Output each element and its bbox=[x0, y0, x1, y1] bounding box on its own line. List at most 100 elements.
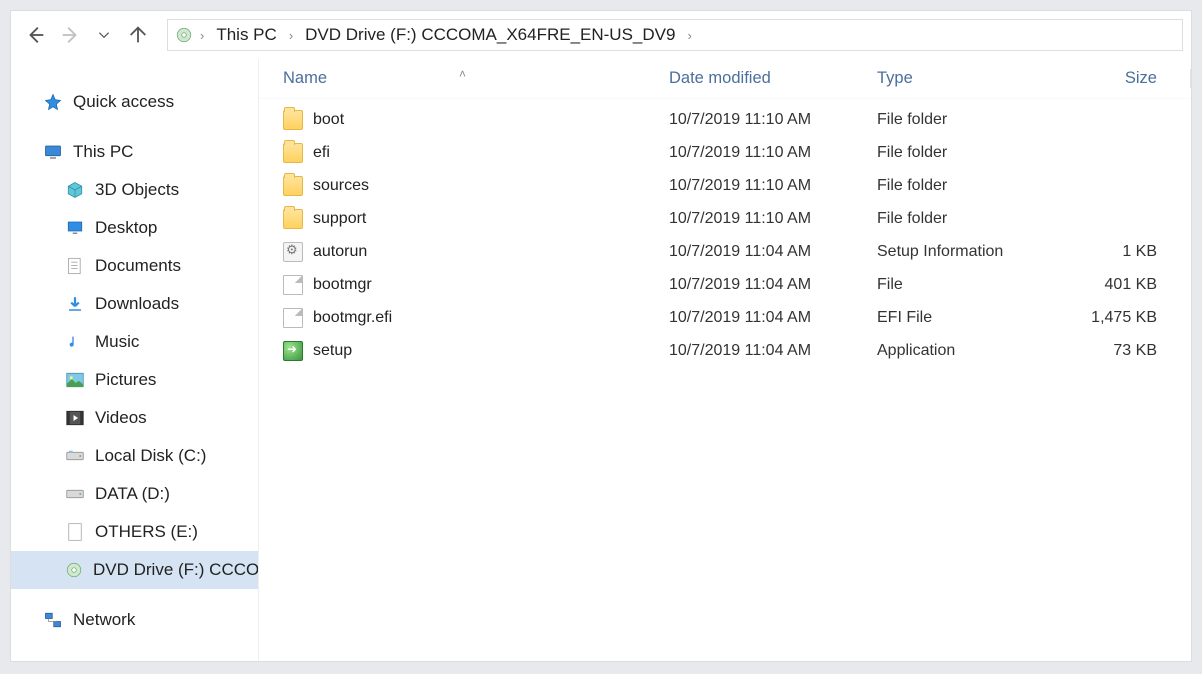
file-size: 1 KB bbox=[1047, 243, 1165, 261]
file-rows: boot10/7/2019 11:10 AMFile folderefi10/7… bbox=[259, 99, 1191, 367]
dvd-drive-icon bbox=[174, 25, 194, 45]
nav-quick-access[interactable]: Quick access bbox=[11, 83, 258, 121]
chevron-down-icon bbox=[97, 28, 111, 42]
nav-3d-objects[interactable]: 3D Objects bbox=[11, 171, 258, 209]
document-icon bbox=[65, 256, 85, 276]
column-headers: Name ˄ Date modified Type Size bbox=[259, 59, 1191, 99]
file-icon bbox=[283, 275, 303, 295]
nav-network[interactable]: Network bbox=[11, 601, 258, 639]
file-date: 10/7/2019 11:04 AM bbox=[669, 342, 877, 360]
nav-label: 3D Objects bbox=[95, 180, 179, 200]
nav-label: Pictures bbox=[95, 370, 156, 390]
file-row[interactable]: autorun10/7/2019 11:04 AMSetup Informati… bbox=[259, 235, 1191, 268]
gear-icon bbox=[283, 242, 303, 262]
file-row[interactable]: boot 10/7/2019 11:10 AMFile folder bbox=[259, 103, 1191, 136]
file-type: File folder bbox=[877, 210, 1047, 228]
dvd-drive-icon bbox=[65, 560, 83, 580]
file-date: 10/7/2019 11:04 AM bbox=[669, 243, 877, 261]
desktop-icon bbox=[65, 218, 85, 238]
file-size: 73 KB bbox=[1047, 342, 1165, 360]
arrow-up-icon bbox=[127, 24, 149, 46]
file-row[interactable]: setup 10/7/2019 11:04 AMApplication73 KB bbox=[259, 334, 1191, 367]
file-name: efi bbox=[313, 144, 330, 162]
explorer-window: › This PC › DVD Drive (F:) CCCOMA_X64FRE… bbox=[10, 10, 1192, 662]
file-icon bbox=[65, 522, 85, 542]
nav-documents[interactable]: Documents bbox=[11, 247, 258, 285]
nav-label: DATA (D:) bbox=[95, 484, 170, 504]
recent-locations-button[interactable] bbox=[87, 18, 121, 52]
app-icon bbox=[283, 341, 303, 361]
chevron-right-icon: › bbox=[287, 28, 295, 43]
nav-label: Network bbox=[73, 610, 135, 630]
file-size: 401 KB bbox=[1047, 276, 1165, 294]
music-icon bbox=[65, 332, 85, 352]
file-list-pane: Name ˄ Date modified Type Size boot10/7 bbox=[259, 59, 1191, 661]
breadcrumb[interactable]: › This PC › DVD Drive (F:) CCCOMA_X64FRE… bbox=[167, 19, 1183, 51]
file-type: File bbox=[877, 276, 1047, 294]
file-icon bbox=[283, 308, 303, 328]
column-label: Date modified bbox=[669, 69, 771, 87]
nav-this-pc[interactable]: This PC bbox=[11, 133, 258, 171]
chevron-right-icon: › bbox=[198, 28, 206, 43]
file-type: File folder bbox=[877, 144, 1047, 162]
nav-music[interactable]: Music bbox=[11, 323, 258, 361]
file-name: boot bbox=[313, 111, 344, 129]
column-label: Name bbox=[283, 69, 327, 87]
nav-label: Videos bbox=[95, 408, 147, 428]
file-type: Application bbox=[877, 342, 1047, 360]
nav-label: Music bbox=[95, 332, 139, 352]
file-row[interactable]: bootmgr.efi10/7/2019 11:04 AMEFI File1,4… bbox=[259, 301, 1191, 334]
back-button[interactable] bbox=[19, 18, 53, 52]
file-row[interactable]: efi10/7/2019 11:10 AMFile folder bbox=[259, 136, 1191, 169]
nav-label: Documents bbox=[95, 256, 181, 276]
file-size: 1,475 KB bbox=[1047, 309, 1165, 327]
nav-videos[interactable]: Videos bbox=[11, 399, 258, 437]
nav-desktop[interactable]: Desktop bbox=[11, 209, 258, 247]
drive-icon bbox=[65, 446, 85, 466]
up-button[interactable] bbox=[121, 18, 155, 52]
file-name: sources bbox=[313, 177, 369, 195]
nav-others-e[interactable]: OTHERS (E:) bbox=[11, 513, 258, 551]
monitor-icon bbox=[43, 142, 63, 162]
download-icon bbox=[65, 294, 85, 314]
file-type: EFI File bbox=[877, 309, 1047, 327]
drive-icon bbox=[65, 484, 85, 504]
file-row[interactable]: support10/7/2019 11:10 AMFile folder bbox=[259, 202, 1191, 235]
column-header-date[interactable]: Date modified bbox=[669, 69, 877, 88]
file-date: 10/7/2019 11:04 AM bbox=[669, 309, 877, 327]
network-icon bbox=[43, 610, 63, 630]
nav-data-d[interactable]: DATA (D:) bbox=[11, 475, 258, 513]
column-header-size[interactable]: Size bbox=[1047, 69, 1165, 88]
column-header-name[interactable]: Name ˄ bbox=[259, 69, 669, 88]
file-date: 10/7/2019 11:04 AM bbox=[669, 276, 877, 294]
file-name: setup bbox=[313, 342, 352, 360]
nav-label: Quick access bbox=[73, 92, 174, 112]
file-row[interactable]: sources10/7/2019 11:10 AMFile folder bbox=[259, 169, 1191, 202]
folder-icon bbox=[283, 143, 303, 163]
file-date: 10/7/2019 11:10 AM bbox=[669, 111, 877, 129]
file-date: 10/7/2019 11:10 AM bbox=[669, 177, 877, 195]
videos-icon bbox=[65, 408, 85, 428]
file-row[interactable]: bootmgr 10/7/2019 11:04 AMFile401 KB bbox=[259, 268, 1191, 301]
pictures-icon bbox=[65, 370, 85, 390]
nav-downloads[interactable]: Downloads bbox=[11, 285, 258, 323]
arrow-left-icon bbox=[25, 24, 47, 46]
nav-pictures[interactable]: Pictures bbox=[11, 361, 258, 399]
nav-local-disk-c[interactable]: Local Disk (C:) bbox=[11, 437, 258, 475]
breadcrumb-this-pc[interactable]: This PC bbox=[210, 23, 282, 47]
file-type: Setup Information bbox=[877, 243, 1047, 261]
arrow-right-icon bbox=[59, 24, 81, 46]
nav-dvd-drive-f[interactable]: DVD Drive (F:) CCCOMA_X64FRE_EN-US_DV9 bbox=[11, 551, 258, 589]
star-icon bbox=[43, 92, 63, 112]
file-type: File folder bbox=[877, 111, 1047, 129]
nav-label: Desktop bbox=[95, 218, 157, 238]
nav-label: Downloads bbox=[95, 294, 179, 314]
nav-label: Local Disk (C:) bbox=[95, 446, 206, 466]
nav-label: OTHERS (E:) bbox=[95, 522, 198, 542]
column-label: Size bbox=[1125, 69, 1157, 87]
file-name: bootmgr bbox=[313, 276, 372, 294]
forward-button[interactable] bbox=[53, 18, 87, 52]
cube-icon bbox=[65, 180, 85, 200]
breadcrumb-dvd-drive[interactable]: DVD Drive (F:) CCCOMA_X64FRE_EN-US_DV9 bbox=[299, 23, 681, 47]
column-header-type[interactable]: Type bbox=[877, 69, 1047, 88]
